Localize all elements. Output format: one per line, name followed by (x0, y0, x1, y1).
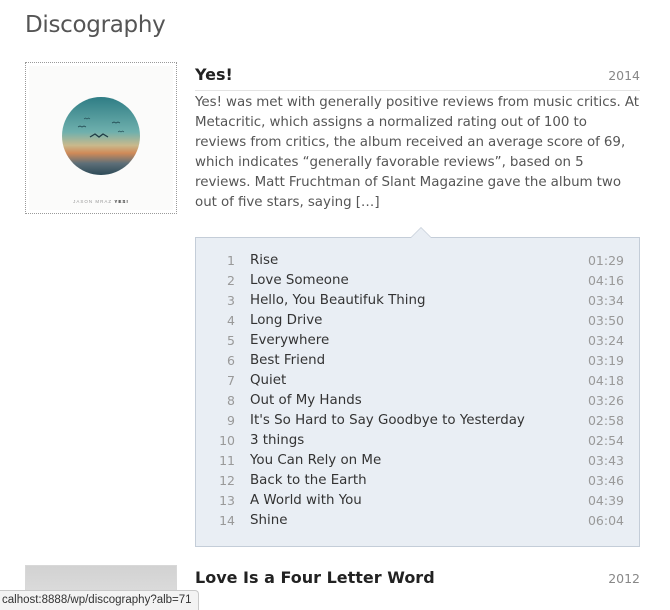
track-row[interactable]: 4 Long Drive 03:50 (196, 311, 639, 331)
track-row[interactable]: 8 Out of My Hands 03:26 (196, 391, 639, 411)
track-name[interactable]: A World with You (250, 491, 362, 511)
album-cover[interactable]: JASON MRAZ YES! (25, 62, 177, 214)
track-number: 3 (227, 293, 235, 308)
tracklist-pointer (410, 227, 432, 238)
track-number: 11 (219, 453, 235, 468)
tracklist-panel: 1 Rise 01:29 2 Love Someone 04:16 3 Hello, You … (195, 227, 640, 547)
track-row[interactable]: 6 Best Friend 03:19 (196, 351, 639, 371)
track-name[interactable]: Love Someone (250, 271, 349, 291)
track-row[interactable]: 2 Love Someone 04:16 (196, 271, 639, 291)
track-duration: 03:50 (587, 313, 624, 328)
track-name[interactable]: Back to the Earth (250, 471, 367, 491)
track-row[interactable]: 12 Back to the Earth 03:46 (196, 471, 639, 491)
track-row[interactable]: 1 Rise 01:29 (196, 251, 639, 271)
track-name[interactable]: You Can Rely on Me (250, 451, 381, 471)
track-row[interactable]: 13 A World with You 04:39 (196, 491, 639, 511)
track-number: 8 (227, 393, 235, 408)
track-number: 9 (227, 413, 235, 428)
track-duration: 03:19 (587, 353, 624, 368)
track-duration: 04:18 (587, 373, 624, 388)
track-name[interactable]: It's So Hard to Say Goodbye to Yesterday (250, 411, 525, 431)
track-name[interactable]: Long Drive (250, 311, 322, 331)
track-number: 10 (219, 433, 235, 448)
track-number: 6 (227, 353, 235, 368)
track-number: 1 (227, 253, 235, 268)
track-name[interactable]: Best Friend (250, 351, 325, 371)
track-number: 2 (227, 273, 235, 288)
track-duration: 04:16 (587, 273, 624, 288)
cover-artist: JASON MRAZ (73, 199, 113, 204)
track-number: 14 (219, 513, 235, 528)
track-name[interactable]: 3 things (250, 431, 304, 451)
track-row[interactable]: 11 You Can Rely on Me 03:43 (196, 451, 639, 471)
track-name[interactable]: Shine (250, 511, 287, 531)
status-bar-url: calhost:8888/wp/discography?alb=71 (0, 590, 199, 610)
track-row[interactable]: 14 Shine 06:04 (196, 511, 639, 531)
page-title: Discography (25, 12, 166, 38)
track-duration: 03:46 (587, 473, 624, 488)
track-name[interactable]: Everywhere (250, 331, 329, 351)
track-duration: 03:34 (587, 293, 624, 308)
track-name[interactable]: Out of My Hands (250, 391, 362, 411)
track-duration: 04:39 (587, 493, 624, 508)
track-row[interactable]: 5 Everywhere 03:24 (196, 331, 639, 351)
cover-sky-image (62, 97, 140, 175)
track-duration: 03:43 (587, 453, 624, 468)
album-header: Yes! 2014 (195, 65, 640, 91)
track-duration: 01:29 (587, 253, 624, 268)
track-list: 1 Rise 01:29 2 Love Someone 04:16 3 Hello, You … (196, 251, 639, 531)
track-duration: 03:24 (587, 333, 624, 348)
track-number: 13 (219, 493, 235, 508)
track-number: 7 (227, 373, 235, 388)
album-title[interactable]: Yes! (195, 65, 233, 84)
track-row[interactable]: 7 Quiet 04:18 (196, 371, 639, 391)
track-name[interactable]: Hello, You Beautifuk Thing (250, 291, 425, 311)
cover-title: YES! (114, 199, 129, 204)
track-number: 5 (227, 333, 235, 348)
album-cover-art: JASON MRAZ YES! (29, 66, 173, 210)
track-row[interactable]: 9 It's So Hard to Say Goodbye to Yesterda… (196, 411, 639, 431)
album-title[interactable]: Love Is a Four Letter Word (195, 568, 435, 587)
track-row[interactable]: 10 3 things 02:54 (196, 431, 639, 451)
track-duration: 03:26 (587, 393, 624, 408)
album-year: 2014 (608, 68, 640, 83)
track-duration: 02:58 (587, 413, 624, 428)
track-number: 4 (227, 313, 235, 328)
track-name[interactable]: Rise (250, 251, 278, 271)
track-duration: 02:54 (587, 433, 624, 448)
album-description: Yes! was met with generally positive rev… (195, 95, 640, 210)
album-year: 2012 (608, 571, 640, 586)
track-name[interactable]: Quiet (250, 371, 286, 391)
album-header: Love Is a Four Letter Word 2012 (195, 568, 640, 594)
track-duration: 06:04 (587, 513, 624, 528)
cover-caption: JASON MRAZ YES! (29, 199, 173, 204)
track-row[interactable]: 3 Hello, You Beautifuk Thing 03:34 (196, 291, 639, 311)
track-number: 12 (219, 473, 235, 488)
